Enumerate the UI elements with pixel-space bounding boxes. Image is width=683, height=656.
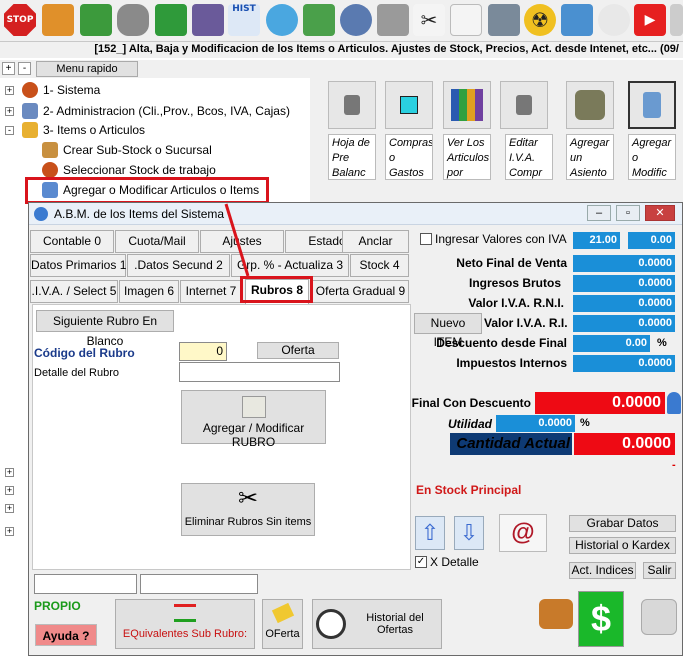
highlight-connector [224,203,250,277]
connector-line [224,203,250,277]
